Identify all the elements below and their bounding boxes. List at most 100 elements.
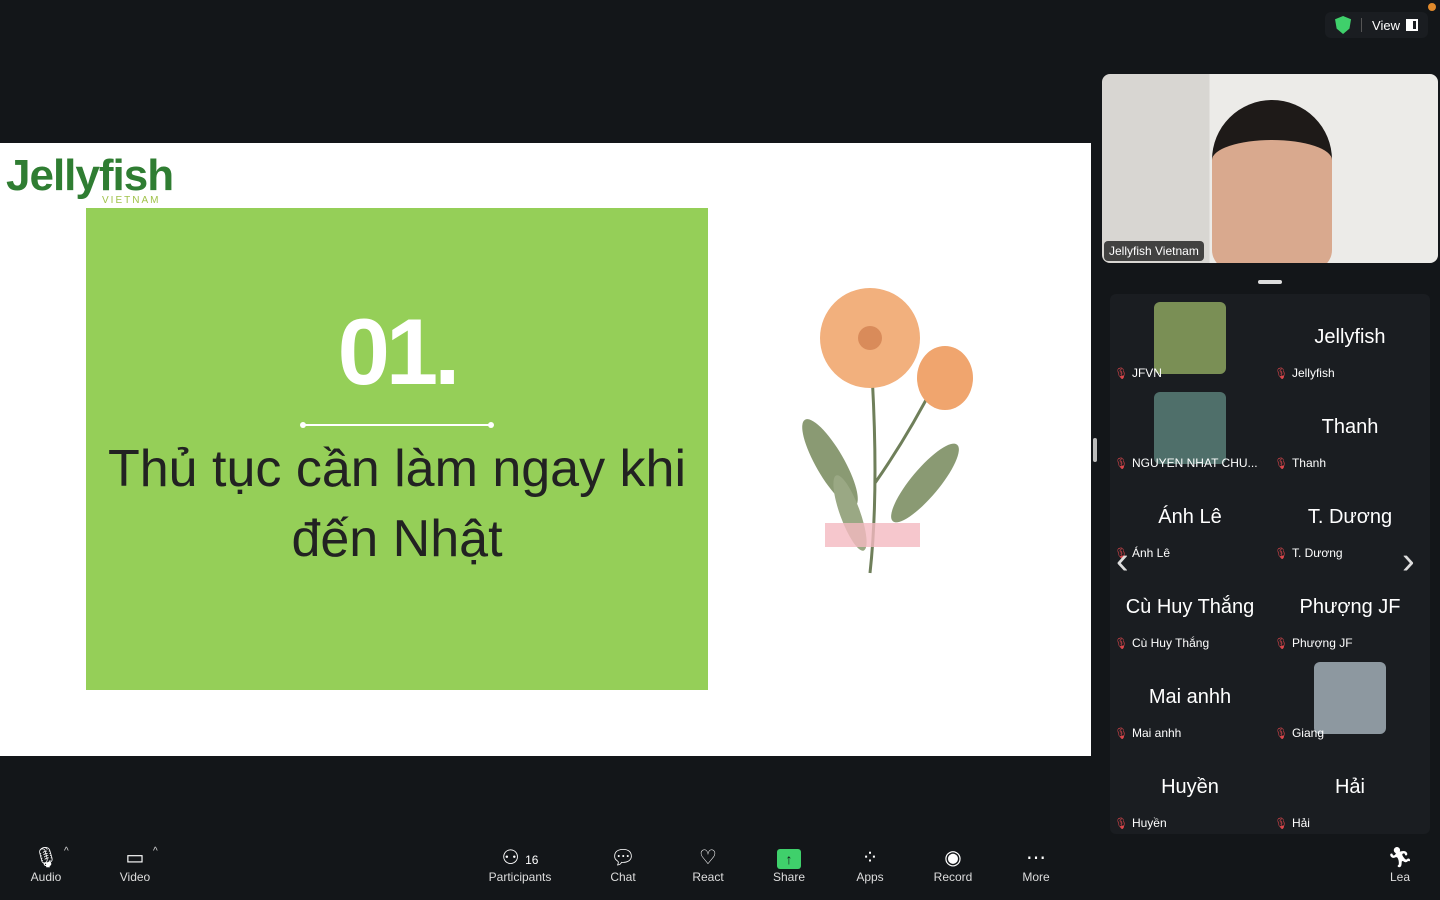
- participant-label: 🎙︎ Phượng JF: [1274, 636, 1353, 650]
- mic-muted-icon: 🎙︎: [1274, 817, 1288, 830]
- view-label: View: [1372, 17, 1400, 33]
- record-button[interactable]: ◉ Record: [913, 846, 993, 884]
- active-speaker-video[interactable]: Jellyfish Vietnam: [1102, 74, 1438, 263]
- chevron-up-icon[interactable]: ^: [64, 846, 69, 857]
- participant-label: 🎙︎ Hải: [1274, 816, 1310, 830]
- section-number: 01.: [337, 299, 461, 404]
- participant-name: Phượng JF: [1291, 636, 1353, 650]
- video-label: Video: [119, 870, 151, 884]
- leave-button[interactable]: 🏃︎ Lea: [1360, 846, 1440, 884]
- participant-display-name: Phượng JF: [1299, 596, 1401, 618]
- more-button[interactable]: ⋯ More: [996, 846, 1076, 884]
- slide-title: Thủ tục cần làm ngay khi đến Nhật: [107, 440, 687, 568]
- react-label: React: [692, 870, 724, 884]
- participant-display-name: T. Dương: [1307, 506, 1393, 528]
- divider: [1361, 18, 1363, 32]
- participant-tile[interactable]: 🎙︎ JFVN: [1110, 294, 1270, 384]
- participant-tile[interactable]: Mai anhh 🎙︎ Mai anhh: [1110, 654, 1270, 744]
- apps-label: Apps: [856, 870, 884, 884]
- mic-muted-icon: 🎙︎: [1274, 367, 1288, 380]
- participant-tile[interactable]: Thanh 🎙︎ Thanh: [1270, 384, 1430, 474]
- participant-name: Jellyfish: [1291, 366, 1335, 380]
- participant-name: Hải: [1291, 816, 1310, 830]
- layout-icon: [1406, 19, 1418, 31]
- mic-muted-icon: 🎙︎: [1114, 637, 1128, 650]
- participant-name: Mai anhh: [1131, 726, 1182, 740]
- next-page-arrow[interactable]: ›: [1402, 540, 1415, 583]
- mic-muted-icon: 🎙︎: [1114, 727, 1128, 740]
- record-icon: ◉: [944, 847, 962, 869]
- participant-tile[interactable]: Huyền 🎙︎ Huyền: [1110, 744, 1270, 834]
- resize-handle[interactable]: [1093, 438, 1097, 462]
- record-label: Record: [933, 870, 973, 884]
- participant-label: 🎙︎ Giang: [1274, 726, 1324, 740]
- participant-avatar: [1154, 392, 1226, 464]
- mic-muted-icon: 🎙︎: [1274, 637, 1288, 650]
- participant-avatar: [1314, 662, 1386, 734]
- participant-label: 🎙︎ Mai anhh: [1114, 726, 1181, 740]
- flower-illustration: [802, 288, 973, 574]
- participant-display-name: Cù Huy Thắng: [1125, 596, 1255, 618]
- jellyfish-logo: Jellyfish VIETNAM: [6, 151, 174, 206]
- chevron-up-icon[interactable]: ^: [153, 846, 158, 857]
- participant-name: T. Dương: [1291, 546, 1343, 560]
- shield-check-icon[interactable]: [1335, 16, 1352, 34]
- logo-subtext: VIETNAM: [102, 195, 161, 206]
- share-button[interactable]: ↑ Share: [749, 846, 829, 884]
- speaker-face: [1212, 100, 1332, 263]
- prev-page-arrow[interactable]: ‹: [1116, 540, 1129, 583]
- heart-icon: ♡: [699, 847, 717, 869]
- participant-display-name: Thanh: [1321, 416, 1379, 438]
- chat-button[interactable]: 💬︎ Chat: [583, 846, 663, 884]
- audio-button[interactable]: 🎙︎ ^ Audio: [6, 846, 86, 884]
- view-button[interactable]: View: [1372, 18, 1418, 33]
- decorative-line: [300, 422, 494, 428]
- participant-name: Giang: [1291, 726, 1324, 740]
- panel-drag-handle[interactable]: [1258, 280, 1282, 284]
- mic-muted-icon: 🎙︎: [1114, 817, 1128, 830]
- participant-display-name: Huyền: [1161, 776, 1219, 798]
- audio-label: Audio: [30, 870, 62, 884]
- participant-label: 🎙︎ NGUYEN NHAT CHU...: [1114, 456, 1258, 470]
- participant-label: 🎙︎ T. Dương: [1274, 546, 1343, 560]
- participants-button[interactable]: ⚇ 16 Participants: [480, 846, 560, 884]
- leave-label: Lea: [1389, 870, 1411, 884]
- participant-display-name: Ánh Lê: [1158, 506, 1222, 528]
- participant-label: 🎙︎ JFVN: [1114, 366, 1162, 380]
- title-card: 01. Thủ tục cần làm ngay khi đến Nhật: [86, 208, 708, 690]
- apps-icon: ⁘: [861, 847, 879, 869]
- more-icon: ⋯: [1026, 847, 1046, 869]
- share-screen-icon: ↑: [777, 849, 801, 869]
- participants-icon: ⚇ 16: [501, 847, 539, 869]
- mic-muted-icon: 🎙︎: [1274, 727, 1288, 740]
- participant-tile[interactable]: Hải 🎙︎ Hải: [1270, 744, 1430, 834]
- participant-tile[interactable]: Jellyfish 🎙︎ Jellyfish: [1270, 294, 1430, 384]
- more-label: More: [1022, 870, 1050, 884]
- mic-muted-icon: 🎙︎: [1114, 457, 1128, 470]
- video-button[interactable]: ▭ ^ Video: [95, 846, 175, 884]
- mic-muted-icon: 🎙︎: [1114, 367, 1128, 380]
- react-button[interactable]: ♡ React: [668, 846, 748, 884]
- logo-text: Jellyfish: [6, 151, 174, 200]
- participant-tile[interactable]: 🎙︎ NGUYEN NHAT CHU...: [1110, 384, 1270, 474]
- shared-slide: Jellyfish VIETNAM 01. Thủ tục cần làm nga…: [0, 143, 1091, 756]
- speaker-name: Jellyfish Vietnam: [1104, 241, 1204, 261]
- participant-name: Ánh Lê: [1131, 546, 1171, 560]
- participants-label: Participants: [488, 870, 552, 884]
- chat-icon: 💬︎: [610, 847, 636, 869]
- video-off-icon: ▭: [125, 847, 145, 869]
- participant-tile[interactable]: 🎙︎ Giang: [1270, 654, 1430, 744]
- participant-label: 🎙︎ Thanh: [1274, 456, 1326, 470]
- meeting-toolbar: 🎙︎ ^ Audio ▭ ^ Video ⚇ 16 Participants 💬︎ Chat…: [0, 832, 1440, 900]
- participant-name: JFVN: [1131, 366, 1162, 380]
- participant-name: Thanh: [1291, 456, 1326, 470]
- participant-label: 🎙︎ Cù Huy Thắng: [1114, 636, 1209, 650]
- participant-name: Cù Huy Thắng: [1131, 636, 1210, 650]
- leave-icon: 🏃︎: [1387, 847, 1413, 869]
- participant-tile[interactable]: Cù Huy Thắng 🎙︎ Cù Huy Thắng: [1110, 564, 1270, 654]
- participant-avatar: [1154, 302, 1226, 374]
- apps-button[interactable]: ⁘ Apps: [830, 846, 910, 884]
- participant-display-name: Jellyfish: [1314, 326, 1386, 348]
- participant-display-name: Mai anhh: [1148, 686, 1232, 708]
- participant-tile[interactable]: Ánh Lê 🎙︎ Ánh Lê: [1110, 474, 1270, 564]
